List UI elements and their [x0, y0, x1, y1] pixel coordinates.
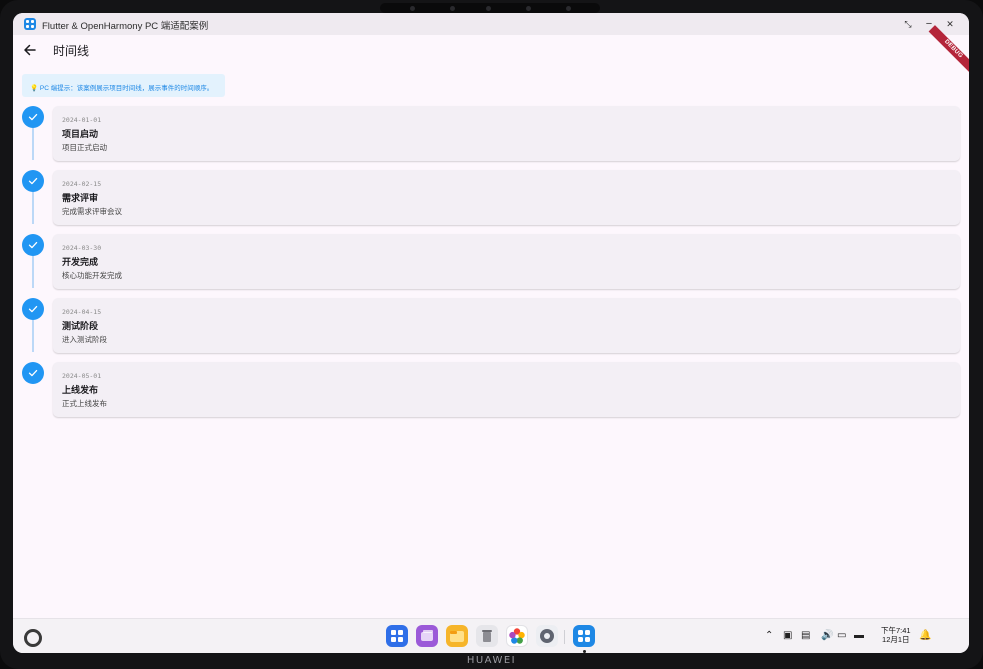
event-description: 项目正式启动 [62, 143, 107, 152]
taskbar: ⌃ ▣ ▤ 🔊 ▭ ▬ 下午7:41 12月1日 🔔 [13, 618, 969, 653]
app-bar: 时间线 DEBUG [13, 25, 969, 74]
event-title: 需求评审 [62, 193, 99, 203]
event-title: 项目启动 [62, 129, 99, 139]
event-date: 2024-01-01 [62, 116, 102, 124]
screen: Flutter & OpenHarmony PC 端适配案例 ⤡ − ✕ 时间线… [13, 13, 969, 653]
notification-bell-icon[interactable]: 🔔 [919, 630, 931, 642]
flutter-app-icon[interactable] [573, 625, 595, 647]
running-indicator [583, 650, 586, 653]
event-date: 2024-02-15 [62, 180, 102, 188]
app-icon [24, 18, 36, 30]
event-description: 核心功能开发完成 [62, 271, 122, 280]
restore-button[interactable]: ⤡ [900, 16, 916, 32]
timeline-item: 2024-02-15 需求评审 完成需求评审会议 [13, 169, 969, 225]
multitask-icon[interactable] [416, 625, 438, 647]
timeline-connector [32, 256, 34, 288]
clock-date: 12月1日 [882, 635, 910, 644]
event-title: 开发完成 [62, 257, 99, 267]
system-clock[interactable]: 下午7:41 12月1日 [881, 626, 911, 644]
sensor-icon [450, 6, 455, 11]
settings-icon[interactable] [536, 625, 558, 647]
sensor-icon [526, 6, 531, 11]
timeline-card: 2024-04-15 测试阶段 进入测试阶段 [53, 298, 960, 353]
network-icon[interactable]: ▭ [837, 630, 846, 642]
event-date: 2024-04-15 [62, 308, 102, 316]
check-circle-icon [22, 362, 44, 384]
clipboard-icon[interactable]: ▤ [801, 630, 810, 642]
timeline-item: 2024-05-01 上线发布 正式上线发布 [13, 361, 969, 417]
camera-bar [380, 3, 600, 13]
device-bezel: HUAWEI Flutter & OpenHarmony PC 端适配案例 ⤡ … [0, 0, 983, 669]
timeline-card: 2024-03-30 开发完成 核心功能开发完成 [53, 234, 960, 289]
timeline-item: 2024-01-01 项目启动 项目正式启动 [13, 105, 969, 161]
event-date: 2024-05-01 [62, 372, 102, 380]
event-date: 2024-03-30 [62, 244, 102, 252]
files-icon[interactable] [446, 625, 468, 647]
timeline-item: 2024-03-30 开发完成 核心功能开发完成 [13, 233, 969, 289]
timeline-connector [32, 128, 34, 160]
gallery-icon[interactable] [506, 625, 528, 647]
battery-icon[interactable]: ▬ [854, 630, 864, 642]
chevron-up-icon[interactable]: ⌃ [765, 630, 773, 642]
trash-icon[interactable] [476, 625, 498, 647]
sensor-icon [566, 6, 571, 11]
start-button-icon[interactable] [24, 629, 42, 647]
launcher-icon[interactable] [386, 625, 408, 647]
event-description: 正式上线发布 [62, 399, 107, 408]
check-circle-icon [22, 106, 44, 128]
timeline-item: 2024-04-15 测试阶段 进入测试阶段 [13, 297, 969, 353]
timeline-card: 2024-05-01 上线发布 正式上线发布 [53, 362, 960, 417]
event-title: 上线发布 [62, 385, 99, 395]
pc-tip-banner: 💡 PC 端提示：该案例展示项目时间线，展示事件的时间顺序。 [22, 74, 225, 97]
event-description: 完成需求评审会议 [62, 207, 122, 216]
check-circle-icon [22, 170, 44, 192]
timeline-connector [32, 320, 34, 352]
sensor-icon [410, 6, 415, 11]
close-button[interactable]: ✕ [942, 16, 958, 32]
volume-icon[interactable]: 🔊 [821, 630, 833, 642]
event-title: 测试阶段 [62, 321, 99, 331]
back-arrow-icon[interactable] [21, 41, 39, 59]
clock-time: 下午7:41 [881, 626, 911, 635]
window-titlebar[interactable]: Flutter & OpenHarmony PC 端适配案例 ⤡ − ✕ [13, 13, 969, 35]
page-title: 时间线 [53, 44, 90, 58]
check-circle-icon [22, 234, 44, 256]
timeline-card: 2024-02-15 需求评审 完成需求评审会议 [53, 170, 960, 225]
device-brand: HUAWEI [466, 655, 517, 666]
event-description: 进入测试阶段 [62, 335, 107, 344]
window-title: Flutter & OpenHarmony PC 端适配案例 [42, 21, 209, 32]
input-method-icon[interactable]: ▣ [783, 630, 792, 642]
timeline-connector [32, 192, 34, 224]
camera-icon [486, 6, 491, 11]
check-circle-icon [22, 298, 44, 320]
dock-separator [564, 630, 565, 644]
timeline-card: 2024-01-01 项目启动 项目正式启动 [53, 106, 960, 161]
